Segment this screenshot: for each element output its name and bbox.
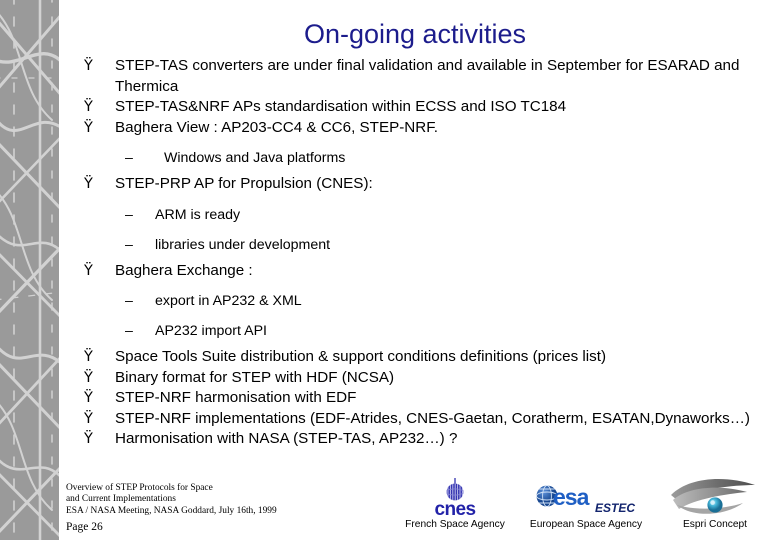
sub-bullet-marker-icon: – bbox=[125, 323, 133, 339]
footer-line-1: Overview of STEP Protocols for Space bbox=[66, 483, 213, 493]
sub-bullet-text: AP232 import API bbox=[155, 323, 267, 339]
bullet-marker-icon: Ÿ bbox=[84, 349, 93, 365]
bullet-marker-icon: Ÿ bbox=[84, 99, 93, 115]
bullet-marker-icon: Ÿ bbox=[84, 390, 93, 406]
bullet-marker-icon: Ÿ bbox=[84, 369, 93, 386]
sub-bullet-text: Windows and Java platforms bbox=[164, 150, 346, 166]
cnes-logo-caption: French Space Agency bbox=[405, 519, 505, 530]
sub-bullet-item: – libraries under development bbox=[60, 236, 775, 255]
iris-shape bbox=[707, 497, 723, 513]
bullet-marker-icon: Ÿ bbox=[84, 176, 93, 192]
bullet-text: Baghera View : AP203-CC4 & CC6, STEP-NRF… bbox=[115, 118, 439, 136]
sub-bullet-text: ARM is ready bbox=[155, 206, 241, 223]
bullet-text: STEP-NRF harmonisation with EDF bbox=[115, 389, 357, 406]
bullet-item: Ÿ Baghera Exchange : bbox=[60, 261, 775, 282]
bullet-text: STEP-TAS&NRF APs standardisation within … bbox=[115, 98, 567, 115]
cnes-logo-art: cnes bbox=[396, 478, 514, 518]
eye-icon bbox=[671, 479, 755, 514]
bullet-text: Space Tools Suite distribution & support… bbox=[115, 348, 607, 365]
sub-bullet-text: export in AP232 & XML bbox=[155, 293, 302, 309]
footer-note: Overview of STEP Protocols for Space and… bbox=[66, 483, 277, 517]
sub-bullet-text: libraries under development bbox=[155, 236, 331, 253]
page-number: Page 26 bbox=[66, 521, 103, 533]
bullet-item: Ÿ Baghera View : AP203-CC4 & CC6, STEP-N… bbox=[60, 118, 775, 139]
bullet-text: Baghera Exchange : bbox=[115, 261, 253, 279]
sub-bullet-marker-icon: – bbox=[125, 206, 133, 223]
bullet-item: Ÿ STEP-PRP AP for Propulsion (CNES): bbox=[60, 174, 775, 195]
esa-logo-block: esa ESTEC European Space Agency bbox=[516, 478, 656, 531]
decorative-sidebar-band bbox=[0, 0, 59, 540]
bullet-marker-icon: Ÿ bbox=[84, 262, 93, 279]
bullet-text: Binary format for STEP with HDF (NCSA) bbox=[115, 368, 395, 386]
bullet-item: Ÿ Space Tools Suite distribution & suppo… bbox=[60, 347, 775, 368]
cnes-logo-block: cnes French Space Agency bbox=[396, 478, 514, 531]
esa-estec-wordmark: ESTEC bbox=[595, 501, 635, 515]
bullet-text: Harmonisation with NASA (STEP-TAS, AP232… bbox=[115, 430, 458, 447]
bullet-text: STEP-NRF implementations (EDF-Atrides, C… bbox=[115, 409, 750, 427]
cnes-globe-icon: cnes bbox=[435, 478, 476, 518]
bullet-item: Ÿ Harmonisation with NASA (STEP-TAS, AP2… bbox=[60, 429, 775, 450]
bullet-marker-icon: Ÿ bbox=[84, 431, 93, 447]
footer-line-2: and Current Implementations bbox=[66, 494, 176, 505]
sub-bullet-marker-icon: – bbox=[125, 293, 133, 309]
sub-bullet-item: – ARM is ready bbox=[60, 206, 775, 225]
bullet-item: Ÿ STEP-TAS converters are under final va… bbox=[60, 56, 775, 97]
svg-text:cnes: cnes bbox=[435, 499, 476, 518]
sub-bullet-item: – Windows and Java platforms bbox=[60, 149, 775, 168]
esa-logo-caption: European Space Agency bbox=[529, 519, 643, 530]
bullet-item: Ÿ STEP-NRF implementations (EDF-Atrides,… bbox=[60, 409, 775, 430]
slide-canvas: On-going activities Ÿ STEP-TAS converter… bbox=[0, 0, 780, 540]
espri-logo-art bbox=[660, 478, 770, 518]
bullet-item: Ÿ STEP-NRF harmonisation with EDF bbox=[60, 388, 775, 409]
sub-bullet-item: – export in AP232 & XML bbox=[60, 292, 775, 311]
bullet-text: STEP-PRP AP for Propulsion (CNES): bbox=[115, 175, 373, 192]
bullet-item: Ÿ Binary format for STEP with HDF (NCSA) bbox=[60, 368, 775, 389]
espri-logo-caption: Espri Concept bbox=[683, 519, 747, 530]
bullet-text: STEP-TAS converters are under final vali… bbox=[115, 57, 740, 95]
iris-highlight bbox=[710, 500, 715, 505]
esa-logo-art: esa ESTEC bbox=[516, 478, 656, 518]
sub-bullet-marker-icon: – bbox=[125, 236, 133, 253]
bullet-marker-icon: Ÿ bbox=[84, 119, 93, 136]
sidebar-line-pattern bbox=[0, 0, 59, 540]
footer-line-3: ESA / NASA Meeting, NASA Goddard, July 1… bbox=[66, 505, 277, 516]
bullet-marker-icon: Ÿ bbox=[84, 58, 93, 74]
bullet-list: Ÿ STEP-TAS converters are under final va… bbox=[60, 56, 775, 450]
slide-title: On-going activities bbox=[303, 19, 527, 49]
bullet-marker-icon: Ÿ bbox=[84, 410, 93, 427]
sub-bullet-item: – AP232 import API bbox=[60, 322, 775, 341]
espri-logo-block: Espri Concept bbox=[660, 478, 770, 531]
esa-globe-icon: esa ESTEC bbox=[536, 484, 635, 515]
bullet-item: Ÿ STEP-TAS&NRF APs standardisation withi… bbox=[60, 97, 775, 118]
sub-bullet-marker-icon: – bbox=[125, 150, 133, 166]
svg-text:esa: esa bbox=[553, 484, 590, 510]
